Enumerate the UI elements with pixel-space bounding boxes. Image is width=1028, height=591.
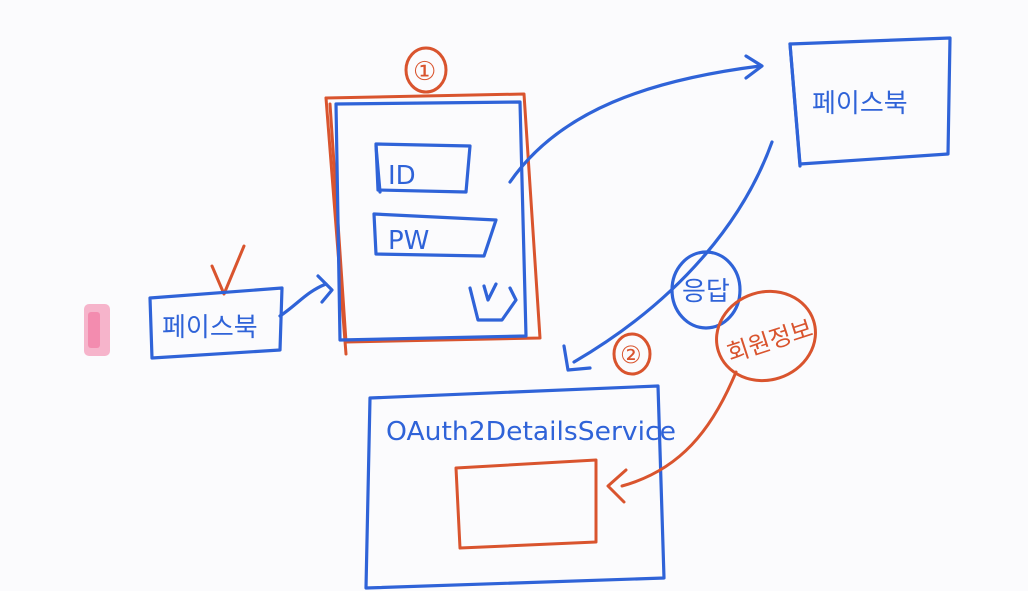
service-label: OAuth2DetailsService xyxy=(386,417,676,447)
step-two-marker: ② xyxy=(612,332,652,376)
server-facebook-box: 페이스북 xyxy=(788,36,952,168)
oauth2-details-service-box: OAuth2DetailsService xyxy=(364,384,676,590)
id-field-label: ID xyxy=(388,161,416,191)
step-one-label: ① xyxy=(413,57,436,87)
facebook-client-label: 페이스북 xyxy=(162,313,258,343)
check-mark-icon xyxy=(210,244,246,296)
whiteboard-canvas: 페이스북 ① ID PW 페이스북 응답 ② OAuth2DetailsServ… xyxy=(84,36,952,590)
pw-field: PW xyxy=(372,212,498,258)
server-facebook-label: 페이스북 xyxy=(812,89,908,119)
highlighter-mark xyxy=(84,304,110,356)
arrow-facebook-to-login xyxy=(278,274,334,318)
login-form: ID PW xyxy=(324,92,542,356)
user-info-store-box xyxy=(454,458,598,550)
step-one-marker: ① xyxy=(404,46,448,94)
submit-check-icon xyxy=(468,282,518,322)
id-field: ID xyxy=(374,142,472,194)
arrow-login-to-server xyxy=(508,54,764,184)
facebook-client-box: 페이스북 xyxy=(148,286,284,360)
response-badge: 응답 xyxy=(670,250,742,330)
step-two-label: ② xyxy=(620,341,642,369)
pw-field-label: PW xyxy=(388,226,429,256)
response-label: 응답 xyxy=(682,277,730,307)
user-info-label: 회원정보 xyxy=(724,314,817,368)
